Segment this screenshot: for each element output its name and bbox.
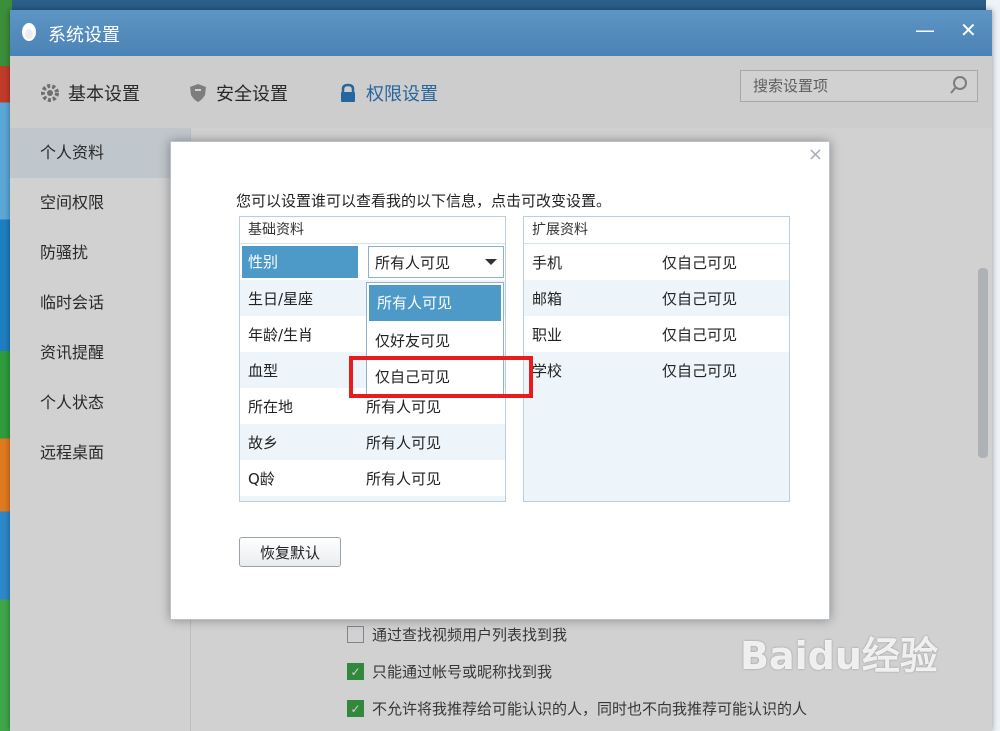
dialog-close-button[interactable]: × — [808, 144, 823, 165]
row-key: 所在地 — [248, 397, 294, 416]
row-key: 职业 — [532, 325, 563, 344]
row-key: 手机 — [532, 253, 563, 272]
restore-default-button[interactable]: 恢复默认 — [239, 537, 341, 567]
row-value: 所有人可见 — [366, 397, 442, 416]
dialog-intro: 您可以设置谁可以查看我的以下信息，点击可改变设置。 — [236, 192, 612, 210]
extended-info-panel: 扩展资料 手机 仅自己可见 邮箱 仅自己可见 职业 仅自己可见 学校 仅自己可见 — [523, 216, 790, 502]
row-value: 仅自己可见 — [662, 325, 738, 344]
extended-info-rows: 手机 仅自己可见 邮箱 仅自己可见 职业 仅自己可见 学校 仅自己可见 — [524, 244, 789, 388]
window-title: 系统设置 — [48, 25, 120, 46]
row-key: 故乡 — [248, 433, 279, 452]
row-value: 仅自己可见 — [662, 361, 738, 380]
table-row[interactable]: 手机 仅自己可见 — [524, 244, 789, 280]
row-value: 仅自己可见 — [662, 253, 738, 272]
dropdown-option-everyone[interactable]: 所有人可见 — [369, 285, 501, 321]
row-key: 邮箱 — [532, 289, 563, 308]
row-value: 仅自己可见 — [662, 289, 738, 308]
table-row[interactable]: 故乡 所有人可见 — [240, 424, 505, 460]
title-bar[interactable]: 系统设置 — ✕ — [10, 10, 992, 56]
highlight-annotation-box — [349, 356, 533, 398]
table-row[interactable]: Q龄 所有人可见 — [240, 460, 505, 496]
penguin-logo-icon — [22, 23, 36, 41]
row-value: 所有人可见 — [366, 433, 442, 452]
table-row[interactable]: 学校 仅自己可见 — [524, 352, 789, 388]
row-value: 所有人可见 — [366, 469, 442, 488]
row-key: 生日/星座 — [248, 289, 314, 308]
row-key: Q龄 — [248, 469, 275, 488]
row-key: 性别 — [242, 246, 358, 278]
close-window-button[interactable]: ✕ — [960, 18, 977, 42]
table-row[interactable]: 性别 所有人可见 — [240, 244, 505, 280]
privacy-dialog: × 您可以设置谁可以查看我的以下信息，点击可改变设置。 基础资料 性别 所有人可… — [170, 141, 830, 620]
dropdown-option-friends[interactable]: 仅好友可见 — [367, 323, 503, 359]
row-key: 学校 — [532, 361, 563, 380]
table-row[interactable]: 职业 仅自己可见 — [524, 316, 789, 352]
visibility-dropdown[interactable]: 所有人可见 — [368, 246, 504, 278]
table-row[interactable]: 邮箱 仅自己可见 — [524, 280, 789, 316]
basic-info-header: 基础资料 — [240, 217, 505, 244]
baidu-watermark: Baidu经验 — [740, 634, 938, 678]
row-key: 年龄/生肖 — [248, 325, 314, 344]
row-key: 血型 — [248, 361, 279, 380]
minimize-button[interactable]: — — [915, 18, 935, 42]
extended-info-header: 扩展资料 — [524, 217, 789, 244]
dropdown-value: 所有人可见 — [375, 253, 451, 272]
chevron-down-icon — [485, 259, 497, 265]
